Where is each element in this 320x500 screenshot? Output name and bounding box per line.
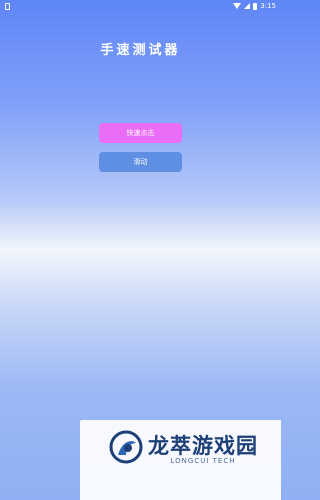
status-bar: 3:15: [0, 0, 281, 12]
status-bar-left: [5, 2, 10, 10]
wifi-icon: [233, 3, 242, 9]
quick-tap-button[interactable]: 快速点击: [99, 123, 182, 143]
status-time: 3:15: [260, 2, 276, 10]
sim-icon: [5, 2, 10, 10]
battery-icon: [253, 2, 258, 10]
watermark: 龙萃游戏园 LONGCUI TECH: [80, 420, 281, 500]
watermark-logo-icon: [109, 430, 143, 464]
signal-icon: [244, 3, 251, 9]
watermark-subtitle: LONGCUI TECH: [170, 457, 236, 465]
status-bar-right: 3:15: [233, 2, 276, 10]
watermark-name: 龙萃游戏园: [148, 434, 258, 458]
swipe-button[interactable]: 滑动: [99, 152, 182, 172]
page-title: 手速测试器: [100, 43, 181, 58]
